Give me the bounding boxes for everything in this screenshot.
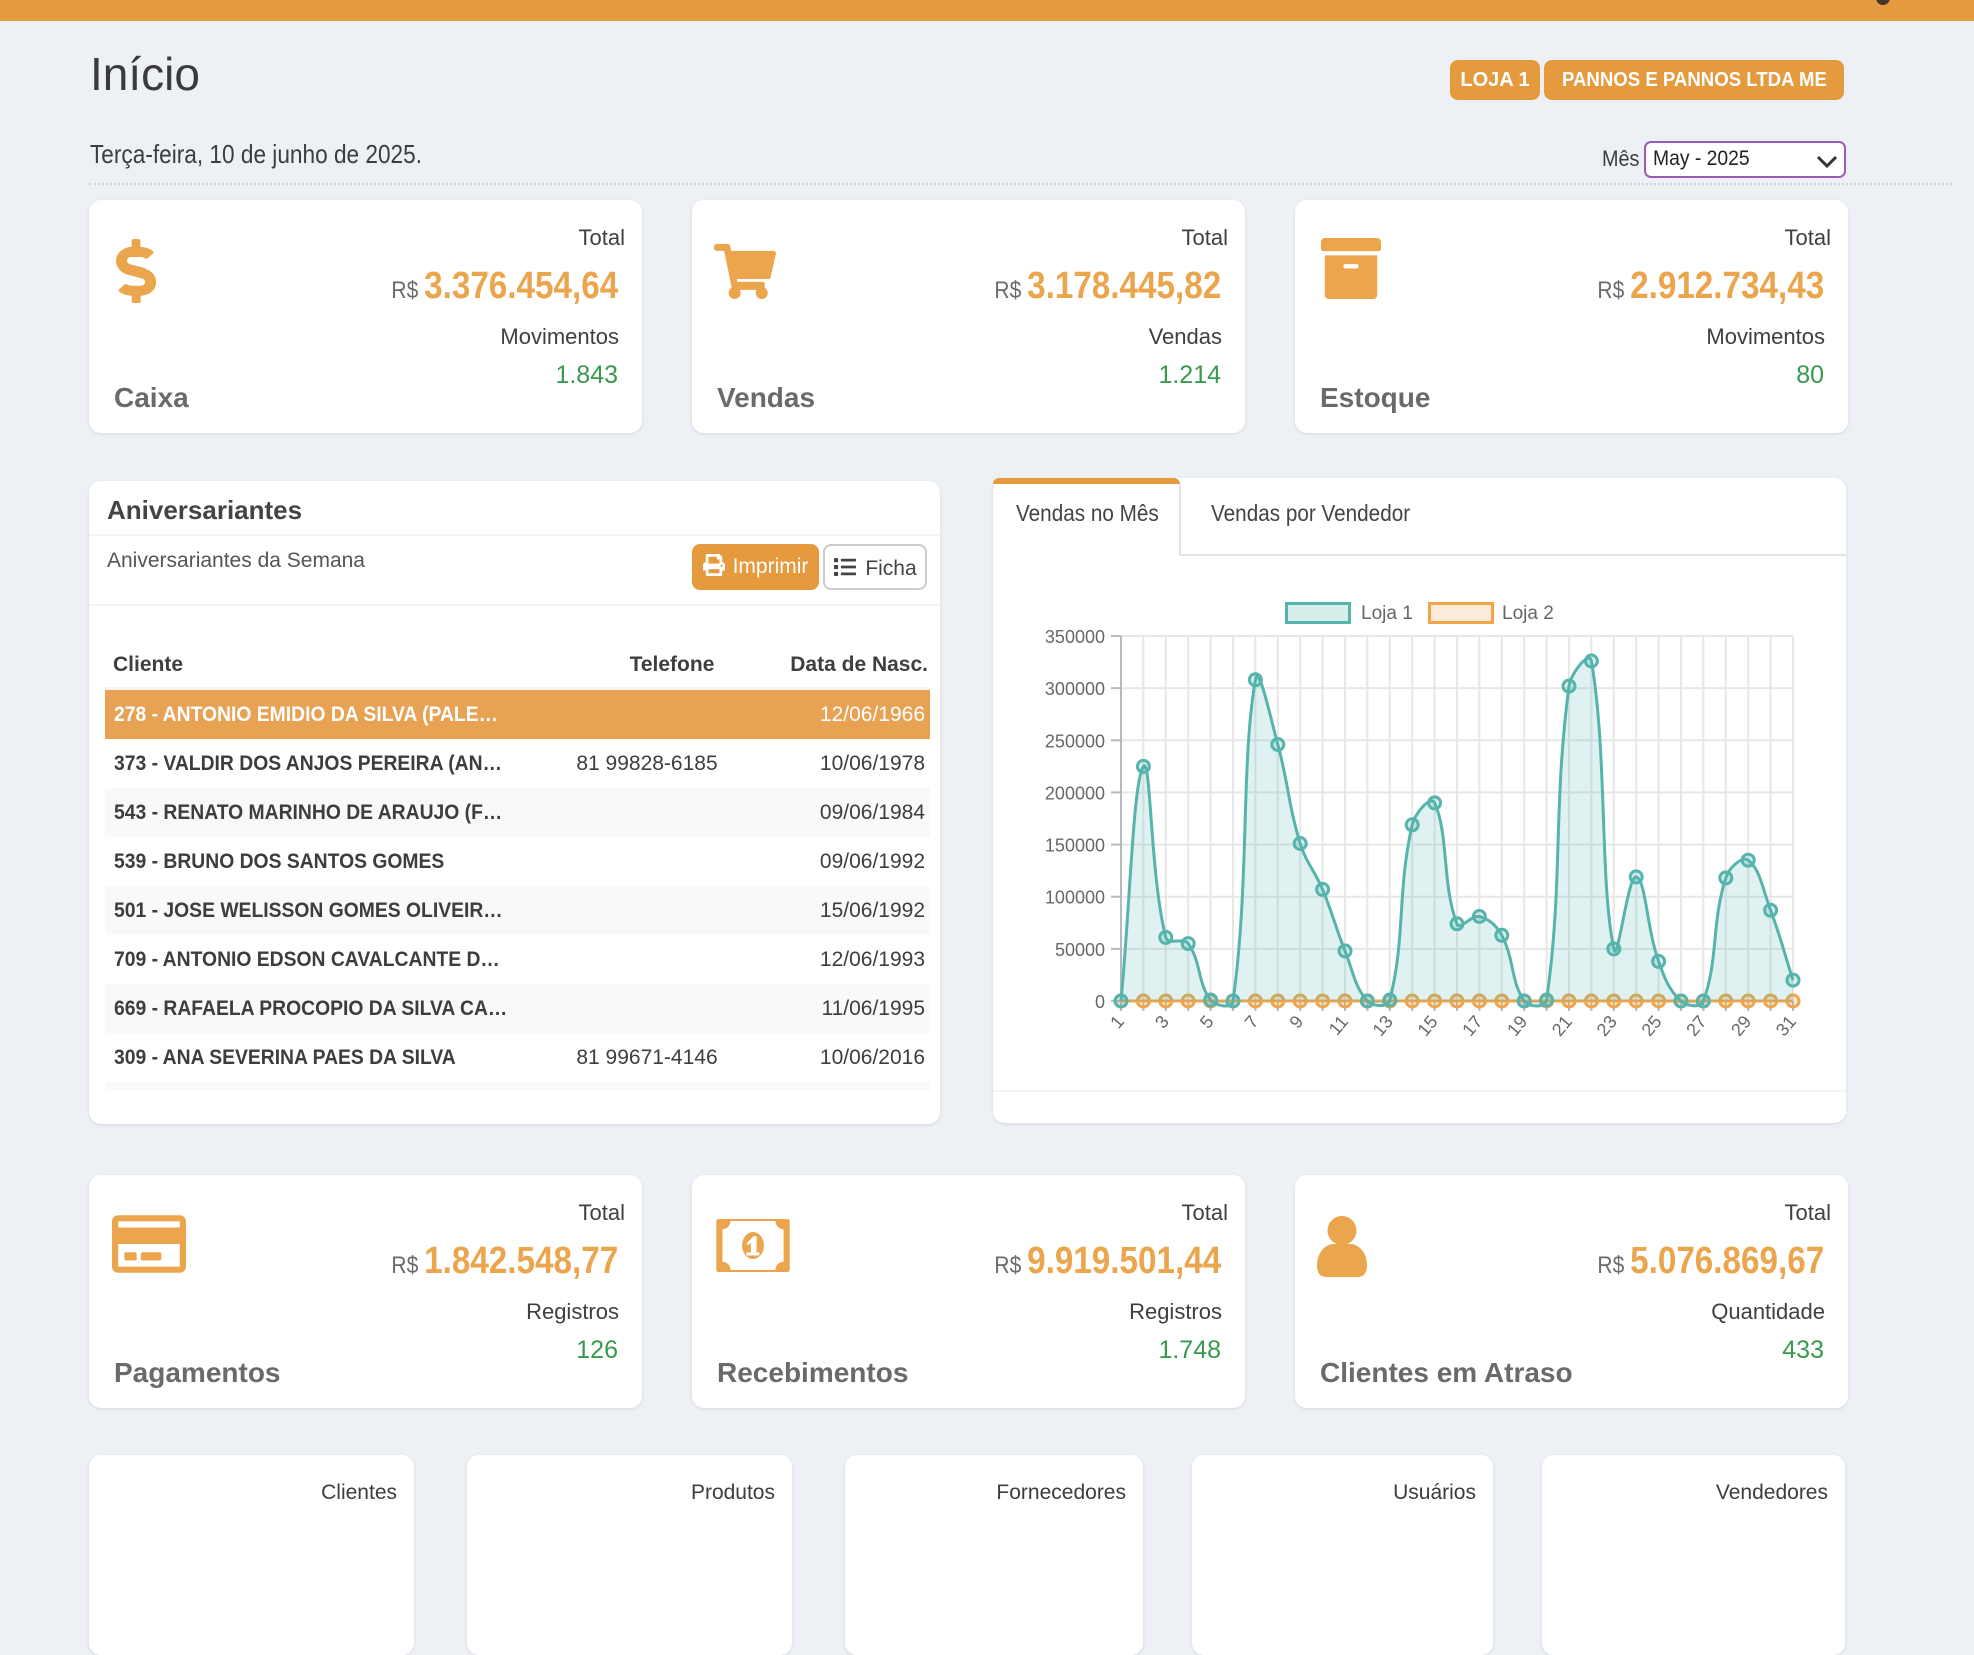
svg-text:17: 17	[1458, 1012, 1486, 1040]
svg-text:25: 25	[1637, 1012, 1665, 1040]
svg-text:1: 1	[1106, 1012, 1128, 1033]
svg-text:7: 7	[1241, 1012, 1263, 1033]
svg-text:11: 11	[1325, 1012, 1352, 1039]
svg-text:300000: 300000	[1045, 679, 1105, 699]
svg-text:29: 29	[1727, 1012, 1755, 1040]
svg-text:13: 13	[1369, 1012, 1397, 1040]
svg-text:250000: 250000	[1045, 731, 1105, 751]
svg-text:100000: 100000	[1045, 888, 1105, 908]
svg-text:350000: 350000	[1045, 627, 1105, 647]
svg-text:5: 5	[1196, 1012, 1218, 1033]
svg-text:21: 21	[1548, 1012, 1576, 1040]
svg-text:15: 15	[1413, 1012, 1441, 1040]
svg-text:9: 9	[1286, 1012, 1308, 1033]
svg-text:Loja 2: Loja 2	[1502, 603, 1554, 624]
svg-text:0: 0	[1095, 992, 1105, 1012]
svg-text:31: 31	[1772, 1012, 1800, 1040]
svg-text:Loja 1: Loja 1	[1361, 603, 1413, 624]
svg-text:50000: 50000	[1055, 940, 1105, 960]
svg-text:19: 19	[1503, 1012, 1531, 1040]
svg-text:200000: 200000	[1045, 783, 1105, 803]
svg-text:150000: 150000	[1045, 836, 1105, 856]
svg-text:23: 23	[1593, 1012, 1621, 1040]
svg-text:3: 3	[1151, 1012, 1173, 1033]
svg-text:27: 27	[1682, 1012, 1710, 1040]
